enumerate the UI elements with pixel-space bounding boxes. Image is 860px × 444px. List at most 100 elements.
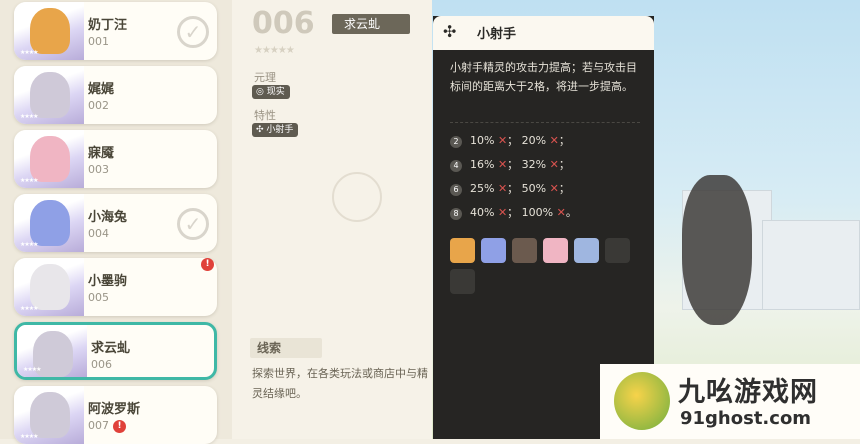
card-name: 寐魇: [88, 146, 115, 161]
collected-check-icon: ✓: [177, 16, 209, 48]
card-number: 003: [88, 163, 109, 176]
member-portrait-icon[interactable]: [605, 238, 630, 263]
portrait: ★★★★: [14, 194, 84, 252]
creature-portrait-icon: [30, 200, 70, 246]
tier-value-b: 20%: [521, 134, 547, 147]
trait-icon: ✣: [443, 22, 457, 41]
watermark-title: 九吆游戏网: [678, 377, 818, 408]
portrait: ★★★★: [14, 258, 84, 316]
card-stars: ★★★★: [20, 241, 38, 248]
tier-value-b: 100%: [521, 206, 554, 219]
card-stars: ★★★★: [20, 305, 38, 312]
roster-card[interactable]: ★★★★ 阿波罗斯 007: [14, 386, 217, 444]
detail-number: 006: [252, 6, 315, 41]
detail-name-tag: 求云虬: [332, 14, 410, 34]
card-name: 小海兔: [88, 210, 128, 225]
rarity-stars: ★★★★★: [254, 45, 295, 56]
tier-row: 2 10% ✕； 20% ✕；: [450, 132, 570, 148]
reality-icon: ◎: [256, 87, 264, 97]
tooltip-title: 小射手: [477, 27, 517, 42]
tooltip-description: 小射手精灵的攻击力提高；若与攻击目标间的距离大于2格，将进一步提高。: [450, 61, 637, 93]
element-label: 元理: [254, 71, 276, 84]
tier-value-b: 32%: [521, 158, 547, 171]
attack-icon: ✕: [549, 134, 559, 147]
member-portrait-icon[interactable]: [481, 238, 506, 263]
card-name: 奶丁汪: [88, 18, 128, 33]
roster-card[interactable]: ★★★★ 奶丁汪 001 ✓: [14, 2, 217, 60]
member-portrait-icon[interactable]: [450, 269, 475, 294]
roster-card[interactable]: ★★★★ 小墨驹 005: [14, 258, 217, 316]
member-portrait-icon[interactable]: [543, 238, 568, 263]
member-portrait-icon[interactable]: [574, 238, 599, 263]
attack-icon: ✕: [556, 206, 566, 219]
tier-value-a: 40%: [470, 206, 495, 219]
card-name: 阿波罗斯: [88, 402, 141, 417]
site-watermark: 九吆游戏网 91ghost.com: [600, 364, 860, 439]
tooltip-header: ✣ 小射手: [433, 16, 654, 50]
card-number: 002: [88, 99, 109, 112]
member-portrait-icon[interactable]: [450, 238, 475, 263]
card-name: 求云虬: [91, 341, 131, 356]
tier-row: 8 40% ✕； 100% ✕。: [450, 204, 577, 220]
attack-icon: ✕: [497, 182, 508, 195]
roster-panel: ★★★★ 奶丁汪 001 ✓ ★★★★ 娓娓 002 ★★★★ 寐魇 003 ★★★★ 小海兔 004 ✓…: [0, 0, 232, 444]
card-stars: ★★★★: [20, 49, 38, 56]
collected-check-icon: ✓: [177, 208, 209, 240]
tier-value-a: 25%: [470, 182, 495, 195]
card-stars: ★★★★: [20, 177, 38, 184]
card-number: 005: [88, 291, 109, 304]
character-silhouette: [682, 175, 752, 325]
tier-level: 8: [450, 208, 462, 220]
divider: [450, 122, 640, 123]
card-number: 001: [88, 35, 109, 48]
clue-text: 探索世界，在各类玩法或商店中与精灵结缘吧。: [252, 367, 428, 400]
trait-icon: ✣: [256, 125, 264, 135]
tier-value-a: 10%: [470, 134, 495, 147]
portrait: ★★★★: [14, 130, 84, 188]
creature-portrait-icon: [30, 264, 70, 310]
trait-badge[interactable]: ✣ 小射手: [252, 123, 299, 137]
roster-card[interactable]: ★★★★ 寐魇 003: [14, 130, 217, 188]
tier-level: 6: [450, 184, 462, 196]
attack-icon: ✕: [497, 206, 508, 219]
card-stars: ★★★★: [23, 366, 41, 373]
trait-label: 特性: [254, 109, 276, 122]
emblem-watermark-icon: [332, 172, 382, 222]
member-portrait-icon[interactable]: [512, 238, 537, 263]
card-number: 004: [88, 227, 109, 240]
card-number: 006: [91, 358, 112, 371]
attack-icon: ✕: [497, 158, 508, 171]
alert-icon: !: [113, 420, 126, 433]
card-name: 小墨驹: [88, 274, 128, 289]
creature-portrait-icon: [30, 392, 70, 438]
portrait: ★★★★: [14, 66, 84, 124]
tier-value-a: 16%: [470, 158, 495, 171]
card-stars: ★★★★: [20, 113, 38, 120]
clue-heading: 线索: [250, 338, 322, 358]
tier-row: 6 25% ✕； 50% ✕；: [450, 180, 570, 196]
card-number: 007: [88, 419, 109, 432]
tier-level: 2: [450, 136, 462, 148]
portrait: ★★★★: [14, 2, 84, 60]
attack-icon: ✕: [497, 134, 508, 147]
creature-portrait-icon: [30, 136, 70, 182]
roster-card[interactable]: ★★★★ 娓娓 002: [14, 66, 217, 124]
watermark-url: 91ghost.com: [680, 408, 812, 429]
roster-card[interactable]: ★★★★ 求云虬 006: [14, 322, 217, 380]
portrait: ★★★★: [14, 386, 84, 444]
creature-portrait-icon: [30, 8, 70, 54]
card-name: 娓娓: [88, 82, 115, 97]
creature-portrait-icon: [30, 72, 70, 118]
portrait: ★★★★: [17, 325, 87, 377]
building-image: [762, 220, 860, 310]
attack-icon: ✕: [549, 182, 559, 195]
alert-icon: !: [201, 258, 214, 271]
tier-row: 4 16% ✕； 32% ✕；: [450, 156, 570, 172]
detail-panel: 006 求云虬 ★★★★★ 元理 ◎ 现实 特性 ✣ 小射手 线索 探索世界，在…: [232, 0, 432, 439]
attack-icon: ✕: [549, 158, 559, 171]
tier-level: 4: [450, 160, 462, 172]
roster-card[interactable]: ★★★★ 小海兔 004 ✓: [14, 194, 217, 252]
site-logo-icon: [614, 372, 670, 430]
element-badge[interactable]: ◎ 现实: [252, 85, 290, 99]
tier-value-b: 50%: [521, 182, 547, 195]
